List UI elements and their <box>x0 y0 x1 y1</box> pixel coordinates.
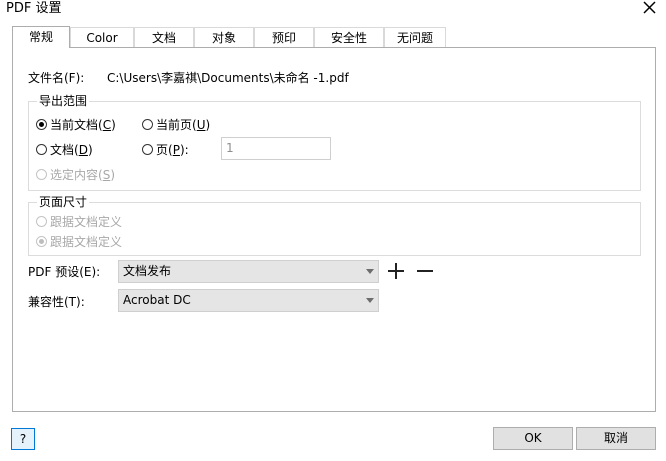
plus-icon[interactable] <box>386 261 406 281</box>
radio-dot <box>36 216 47 227</box>
tab-prepress[interactable]: 预印 <box>254 27 314 48</box>
radio-dot <box>36 119 47 130</box>
radio-current-page[interactable]: 当前页(U) <box>142 116 210 133</box>
chevron-down-icon <box>366 298 374 303</box>
radio-page-size-option-1[interactable]: 跟据文档定义 <box>36 213 122 230</box>
radio-current-document[interactable]: 当前文档(C) <box>36 116 116 133</box>
tab-color[interactable]: Color <box>70 27 134 48</box>
radio-documents[interactable]: 文档(D) <box>36 141 93 158</box>
filename-value: C:\Users\李嘉祺\Documents\未命名 -1.pdf <box>107 71 349 85</box>
radio-selection[interactable]: 选定内容(S) <box>36 166 115 183</box>
filename-label: 文件名(F): <box>28 71 85 85</box>
radio-page-size-option-2[interactable]: 跟据文档定义 <box>36 233 122 250</box>
page-size-legend: 页面尺寸 <box>37 194 90 210</box>
tab-security[interactable]: 安全性 <box>314 27 384 48</box>
tab-objects[interactable]: 对象 <box>194 27 254 48</box>
radio-pages[interactable]: 页(P): <box>142 141 189 158</box>
ok-button[interactable]: OK <box>493 427 573 450</box>
minus-icon[interactable] <box>415 261 435 281</box>
close-icon[interactable] <box>640 0 660 16</box>
general-panel: 文件名(F): C:\Users\李嘉祺\Documents\未命名 -1.pd… <box>12 47 656 412</box>
help-button[interactable]: ? <box>11 428 35 450</box>
compatibility-select[interactable]: Acrobat DC <box>118 289 379 312</box>
export-range-legend: 导出范围 <box>37 93 90 109</box>
pdf-preset-label: PDF 预设(E): <box>28 265 101 279</box>
tab-no-issues[interactable]: 无问题 <box>384 27 446 48</box>
chevron-down-icon <box>366 269 374 274</box>
radio-dot <box>142 144 153 155</box>
radio-dot <box>36 236 47 247</box>
window-title: PDF 设置 <box>6 1 62 16</box>
radio-dot <box>36 144 47 155</box>
tab-general[interactable]: 常规 <box>12 26 70 48</box>
compatibility-value: Acrobat DC <box>123 293 191 307</box>
pages-input[interactable]: 1 <box>221 137 331 160</box>
radio-dot <box>36 169 47 180</box>
export-range-group: 导出范围 当前文档(C) 当前页(U) 文档(D) 页(P): 1 选定内容(S… <box>28 93 641 191</box>
cancel-button[interactable]: 取消 <box>576 427 656 450</box>
pdf-preset-select[interactable]: 文档发布 <box>118 260 379 283</box>
radio-dot <box>142 119 153 130</box>
pdf-preset-value: 文档发布 <box>123 264 172 278</box>
tab-document[interactable]: 文档 <box>134 27 194 48</box>
compatibility-label: 兼容性(T): <box>28 295 85 309</box>
page-size-group: 页面尺寸 跟据文档定义 跟据文档定义 <box>28 194 641 256</box>
